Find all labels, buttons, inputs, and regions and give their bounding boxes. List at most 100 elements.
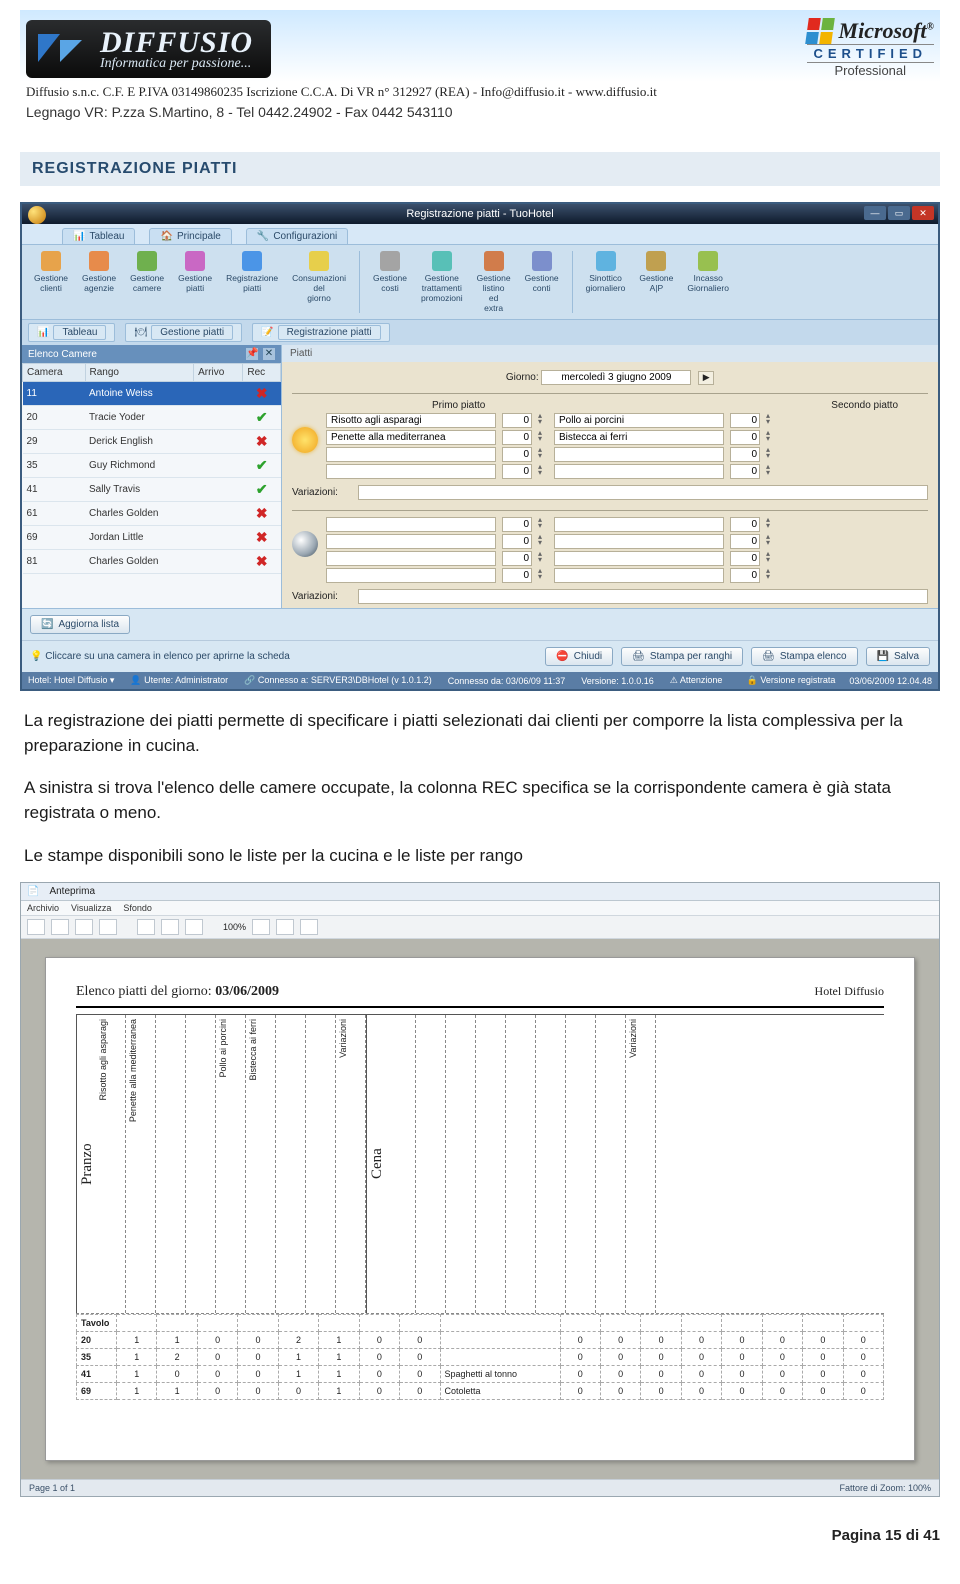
secondo-qty-input[interactable]	[730, 464, 760, 479]
primo-piatto-input[interactable]	[326, 464, 496, 479]
tb-search-icon[interactable]	[300, 919, 318, 935]
camere-col-header[interactable]: Camera	[23, 364, 86, 382]
primo-piatto-input[interactable]	[326, 430, 496, 445]
primo-qty-input[interactable]	[502, 534, 532, 549]
close-button[interactable]: ✕	[912, 206, 934, 220]
spinner-icon[interactable]: ▴▾	[766, 447, 776, 462]
primo-qty-input[interactable]	[502, 447, 532, 462]
ribbon-tab-principale[interactable]: 🏠 Principale	[149, 228, 231, 244]
ribbon-tab-configurazioni[interactable]: 🔧 Configurazioni	[246, 228, 348, 244]
camere-row[interactable]: 35Guy Richmond✔	[23, 454, 281, 478]
secondo-piatto-input[interactable]	[554, 413, 724, 428]
primo-qty-input[interactable]	[502, 568, 532, 583]
camere-table[interactable]: CameraRangoArrivoRec 11Antoine Weiss✖ 20…	[22, 363, 281, 574]
spinner-icon[interactable]: ▴▾	[766, 413, 776, 428]
ribbon-tab-tableau[interactable]: 📊 Tableau	[62, 228, 135, 244]
spinner-icon[interactable]: ▴▾	[538, 430, 548, 445]
spinner-icon[interactable]: ▴▾	[538, 568, 548, 583]
ribbon-item[interactable]: Gestioneconti	[521, 251, 563, 293]
secondo-qty-input[interactable]	[730, 430, 760, 445]
secondo-piatto-input[interactable]	[554, 447, 724, 462]
spinner-icon[interactable]: ▴▾	[538, 413, 548, 428]
minimize-button[interactable]: —	[864, 206, 886, 220]
spinner-icon[interactable]: ▴▾	[538, 551, 548, 566]
doc-tab-gestione-piatti[interactable]: 🍽 Gestione piatti	[125, 323, 242, 342]
tb-print-icon[interactable]	[137, 919, 155, 935]
spinner-icon[interactable]: ▴▾	[766, 517, 776, 532]
ribbon-item[interactable]: GestioneA|P	[635, 251, 677, 293]
salva-button[interactable]: 💾 Salva	[866, 647, 930, 666]
secondo-piatto-input[interactable]	[554, 534, 724, 549]
doc-tab-tableau[interactable]: 📊 Tableau	[28, 323, 115, 342]
tb-last-icon[interactable]	[99, 919, 117, 935]
ribbon-item[interactable]: Consumazionidelgiorno	[288, 251, 350, 303]
menu-archivio[interactable]: Archivio	[27, 903, 59, 913]
ribbon-item[interactable]: Gestioneagenzie	[78, 251, 120, 293]
primo-qty-input[interactable]	[502, 413, 532, 428]
primo-piatto-input[interactable]	[326, 447, 496, 462]
tb-refresh-icon[interactable]	[185, 919, 203, 935]
primo-qty-input[interactable]	[502, 464, 532, 479]
tb-zoomin-icon[interactable]	[276, 919, 294, 935]
camere-col-header[interactable]: Rango	[85, 364, 194, 382]
zoom-value[interactable]: 100%	[223, 922, 246, 932]
secondo-qty-input[interactable]	[730, 447, 760, 462]
primo-qty-input[interactable]	[502, 551, 532, 566]
primo-qty-input[interactable]	[502, 517, 532, 532]
spinner-icon[interactable]: ▴▾	[766, 568, 776, 583]
status-hotel[interactable]: Hotel: Hotel Diffusio ▾	[28, 675, 114, 686]
ribbon-item[interactable]: IncassoGiornaliero	[683, 251, 733, 293]
camere-row[interactable]: 81Charles Golden✖	[23, 550, 281, 574]
secondo-qty-input[interactable]	[730, 534, 760, 549]
ribbon-item[interactable]: Sinotticogiornaliero	[582, 251, 630, 293]
aggiorna-lista-button[interactable]: 🔄 Aggiorna lista	[30, 615, 130, 634]
tb-next-icon[interactable]	[75, 919, 93, 935]
camere-row[interactable]: 69Jordan Little✖	[23, 526, 281, 550]
primo-qty-input[interactable]	[502, 430, 532, 445]
secondo-piatto-input[interactable]	[554, 517, 724, 532]
primo-piatto-input[interactable]	[326, 534, 496, 549]
chiudi-button[interactable]: ⛔ Chiudi	[545, 647, 613, 666]
ribbon-item[interactable]: Gestioneclienti	[30, 251, 72, 293]
tb-prev-icon[interactable]	[51, 919, 69, 935]
camere-col-header[interactable]: Arrivo	[194, 364, 243, 382]
panel-pin-icon[interactable]: 📌	[246, 348, 258, 360]
ribbon-item[interactable]: Gestionecosti	[369, 251, 411, 293]
spinner-icon[interactable]: ▴▾	[766, 551, 776, 566]
secondo-qty-input[interactable]	[730, 413, 760, 428]
secondo-piatto-input[interactable]	[554, 551, 724, 566]
secondo-piatto-input[interactable]	[554, 464, 724, 479]
secondo-qty-input[interactable]	[730, 517, 760, 532]
date-next-icon[interactable]: ▶	[698, 371, 714, 385]
ribbon-item[interactable]: Registrazionepiatti	[222, 251, 282, 293]
ribbon-item[interactable]: Gestionetrattamentipromozioni	[417, 251, 467, 303]
primo-piatto-input[interactable]	[326, 568, 496, 583]
tb-zoomout-icon[interactable]	[252, 919, 270, 935]
panel-close-icon[interactable]: ✕	[263, 348, 275, 360]
stampa-elenco-button[interactable]: 🖨 Stampa elenco	[751, 647, 857, 666]
variazioni-input-lunch[interactable]	[358, 485, 928, 500]
camere-row[interactable]: 41Sally Travis✔	[23, 478, 281, 502]
ribbon-item[interactable]: Gestionecamere	[126, 251, 168, 293]
primo-piatto-input[interactable]	[326, 517, 496, 532]
secondo-piatto-input[interactable]	[554, 430, 724, 445]
variazioni-input-dinner[interactable]	[358, 589, 928, 604]
menu-visualizza[interactable]: Visualizza	[71, 903, 111, 913]
secondo-qty-input[interactable]	[730, 551, 760, 566]
camere-col-header[interactable]: Rec	[243, 364, 281, 382]
tb-first-icon[interactable]	[27, 919, 45, 935]
primo-piatto-input[interactable]	[326, 551, 496, 566]
spinner-icon[interactable]: ▴▾	[538, 464, 548, 479]
spinner-icon[interactable]: ▴▾	[538, 517, 548, 532]
menu-sfondo[interactable]: Sfondo	[123, 903, 152, 913]
secondo-qty-input[interactable]	[730, 568, 760, 583]
stampa-ranghi-button[interactable]: 🖨 Stampa per ranghi	[621, 647, 743, 666]
spinner-icon[interactable]: ▴▾	[538, 447, 548, 462]
spinner-icon[interactable]: ▴▾	[766, 534, 776, 549]
spinner-icon[interactable]: ▴▾	[538, 534, 548, 549]
ribbon-item[interactable]: Gestionepiatti	[174, 251, 216, 293]
camere-row[interactable]: 61Charles Golden✖	[23, 502, 281, 526]
spinner-icon[interactable]: ▴▾	[766, 464, 776, 479]
doc-tab-registrazione-piatti[interactable]: 📝 Registrazione piatti	[252, 323, 390, 342]
camere-row[interactable]: 29Derick English✖	[23, 430, 281, 454]
